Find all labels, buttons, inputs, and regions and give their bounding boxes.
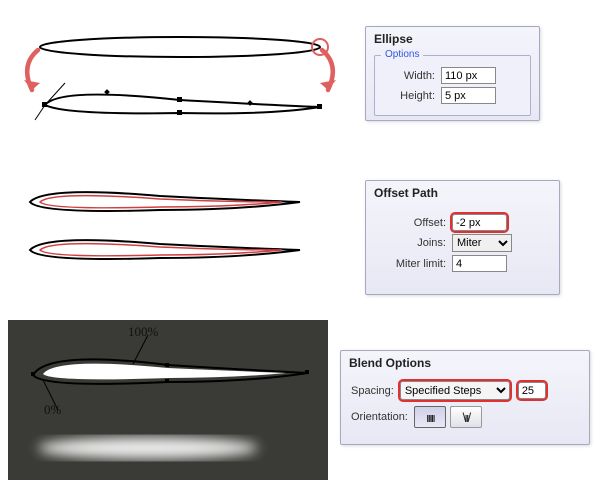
offset-input[interactable] [452, 214, 507, 231]
spacing-select[interactable]: Specified Steps [400, 381, 510, 400]
blend-options-panel: Blend Options Spacing: Specified Steps O… [340, 350, 590, 445]
ellipse-width-input[interactable] [441, 67, 496, 84]
ellipse-panel: Ellipse Options Width: Height: [365, 26, 540, 121]
align-path-icon: \ıı/ [463, 410, 469, 425]
ellipse-height-label: Height: [383, 90, 435, 102]
offset-illustration [10, 180, 320, 290]
miter-limit-input[interactable] [452, 255, 507, 272]
offset-path-panel: Offset Path Offset: Joins: Miter Miter l… [365, 180, 560, 295]
align-page-icon: ııııı [426, 410, 434, 425]
offset-label: Offset: [376, 217, 446, 229]
ellipse-width-label: Width: [383, 70, 435, 82]
ellipse-panel-title: Ellipse [366, 27, 539, 51]
annotation-100: 100% [128, 324, 158, 340]
steps-input[interactable] [518, 382, 546, 399]
offset-panel-title: Offset Path [366, 181, 559, 205]
orientation-label: Orientation: [351, 411, 408, 423]
spacing-label: Spacing: [351, 385, 394, 397]
ellipse-options-legend: Options [381, 49, 423, 60]
ellipse-height-input[interactable] [441, 87, 496, 104]
ellipse-illustration [10, 25, 340, 135]
orientation-align-path-button[interactable]: \ıı/ [450, 406, 482, 428]
blend-preview: 100% 0% [8, 320, 328, 480]
miter-limit-label: Miter limit: [376, 258, 446, 270]
blend-panel-title: Blend Options [341, 351, 589, 375]
annotation-0: 0% [44, 402, 61, 418]
joins-select[interactable]: Miter [452, 234, 512, 252]
orientation-align-page-button[interactable]: ııııı [414, 406, 446, 428]
joins-label: Joins: [376, 237, 446, 249]
